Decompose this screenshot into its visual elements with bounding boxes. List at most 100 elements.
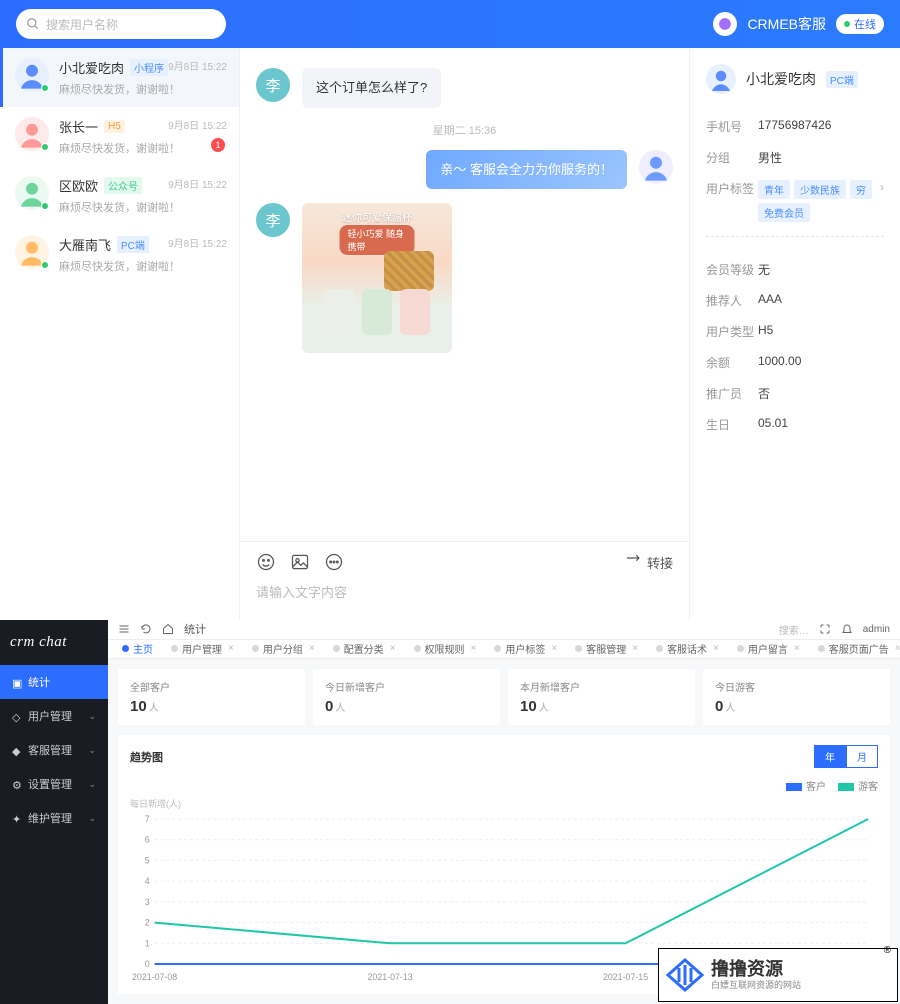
- stats-row: 全部客户10人今日新增客户0人本月新增客户10人今日游客0人: [108, 659, 900, 735]
- tab[interactable]: 配置分类×: [327, 640, 402, 660]
- chart-legend: 客户 游客: [130, 778, 878, 793]
- agent-avatar[interactable]: [713, 12, 737, 36]
- user-tag[interactable]: 免费会员: [758, 203, 810, 222]
- svg-text:2021-07-15: 2021-07-15: [603, 972, 648, 982]
- stat-card: 今日游客0人: [703, 669, 890, 725]
- info-row: 推广员否: [706, 385, 884, 402]
- emoji-icon[interactable]: [256, 552, 276, 572]
- breadcrumb: 统计: [184, 621, 206, 637]
- svg-text:6: 6: [145, 835, 150, 845]
- close-icon[interactable]: ×: [632, 643, 638, 654]
- close-icon[interactable]: ×: [895, 643, 900, 654]
- close-icon[interactable]: ×: [390, 643, 396, 654]
- info-row: 会员等级无: [706, 261, 884, 278]
- tab[interactable]: 客服管理×: [569, 640, 644, 660]
- close-icon[interactable]: ×: [471, 643, 477, 654]
- image-message[interactable]: 迷你可爱保温杯轻小巧爱 随身携带: [302, 203, 452, 353]
- svg-text:0: 0: [145, 959, 150, 969]
- menu-item[interactable]: ⚙设置管理⌄: [0, 767, 108, 801]
- user-tags: 青年少数民族穷免费会员: [758, 180, 880, 222]
- online-status[interactable]: 在线: [836, 14, 884, 34]
- svg-text:5: 5: [145, 855, 150, 865]
- message-input[interactable]: 请输入文字内容: [256, 582, 673, 610]
- more-tags-icon[interactable]: ›: [880, 180, 884, 194]
- chevron-down-icon: ⌄: [88, 813, 96, 824]
- chat-bubble-icon: [718, 17, 732, 31]
- info-row: 生日05.01: [706, 416, 884, 433]
- tab[interactable]: 客服话术×: [650, 640, 725, 660]
- conversation-item[interactable]: 小北爱吃肉小程序 麻烦尽快发货，谢谢啦！ 9月8日 15:22: [0, 48, 239, 107]
- svg-text:2021-07-08: 2021-07-08: [132, 972, 177, 982]
- message-row: 李迷你可爱保温杯轻小巧爱 随身携带: [256, 203, 673, 353]
- refresh-icon[interactable]: [140, 623, 152, 635]
- menu-item[interactable]: ◇用户管理⌄: [0, 699, 108, 733]
- tab[interactable]: 用户分组×: [246, 640, 321, 660]
- close-icon[interactable]: ×: [228, 643, 234, 654]
- user-avatar: [706, 64, 736, 94]
- admin-dashboard: crm chat ▣统计◇用户管理⌄◆客服管理⌄⚙设置管理⌄✦维护管理⌄ 统计 …: [0, 620, 900, 1004]
- user-avatar: [15, 176, 49, 210]
- conversation-item[interactable]: 区欧欧公众号 麻烦尽快发货，谢谢啦！ 9月8日 15:22: [0, 166, 239, 225]
- image-icon[interactable]: [290, 552, 310, 572]
- message-area: 李这个订单怎么样了?星期二 15:36亲～ 客服会全力为你服务的！李迷你可爱保温…: [240, 48, 689, 541]
- agent-avatar: [639, 150, 673, 184]
- tab[interactable]: 客服页面广告×: [812, 640, 900, 660]
- time-divider: 星期二 15:36: [256, 122, 673, 138]
- user-info-panel: 小北爱吃肉 PC端 手机号17756987426分组男性 用户标签 青年少数民族…: [690, 48, 900, 620]
- conversation-item[interactable]: 大雁南飞PC端 麻烦尽快发货，谢谢啦！ 9月8日 15:22: [0, 225, 239, 284]
- stat-card: 本月新增客户10人: [508, 669, 695, 725]
- bell-icon[interactable]: [841, 623, 853, 635]
- home-icon[interactable]: [162, 623, 174, 635]
- close-icon[interactable]: ×: [309, 643, 315, 654]
- transfer-button[interactable]: 转接: [625, 553, 673, 572]
- stat-card: 全部客户10人: [118, 669, 305, 725]
- info-row: 分组男性: [706, 149, 884, 166]
- close-icon[interactable]: ×: [551, 643, 557, 654]
- close-icon[interactable]: ×: [713, 643, 719, 654]
- svg-text:2021-07-13: 2021-07-13: [367, 972, 412, 982]
- user-tag[interactable]: 青年: [758, 180, 790, 199]
- stat-card: 今日新增客户0人: [313, 669, 500, 725]
- menu-item[interactable]: ◆客服管理⌄: [0, 733, 108, 767]
- info-row: 手机号17756987426: [706, 118, 884, 135]
- conversation-item[interactable]: 张长一H5 麻烦尽快发货，谢谢啦！ 9月8日 15:22 1: [0, 107, 239, 166]
- menu-item[interactable]: ✦维护管理⌄: [0, 801, 108, 835]
- tab-strip: 主页用户管理× 用户分组× 配置分类× 权限规则×用户标签× 客服管理× 客服话术× 用户留…: [108, 640, 900, 660]
- tab[interactable]: 用户标签×: [488, 640, 563, 660]
- menu-icon[interactable]: [118, 623, 130, 635]
- search-icon: [26, 17, 40, 31]
- tab[interactable]: 主页: [116, 640, 159, 660]
- watermark-logo-icon: [665, 955, 705, 995]
- tab[interactable]: 权限规则×: [408, 640, 483, 660]
- more-icon[interactable]: [324, 552, 344, 572]
- fullscreen-icon[interactable]: [819, 623, 831, 635]
- svg-text:7: 7: [145, 814, 150, 824]
- user-avatar: [15, 117, 49, 151]
- admin-search[interactable]: 搜索…: [779, 622, 809, 637]
- search-input[interactable]: 搜索用户名称: [16, 9, 226, 39]
- svg-text:1: 1: [145, 938, 150, 948]
- tab[interactable]: 用户管理×: [165, 640, 240, 660]
- chevron-down-icon: ⌄: [88, 745, 96, 756]
- range-toggle[interactable]: 年 月: [814, 745, 878, 768]
- close-icon[interactable]: ×: [794, 643, 800, 654]
- chat-main: 李这个订单怎么样了?星期二 15:36亲～ 客服会全力为你服务的！李迷你可爱保温…: [240, 48, 690, 620]
- svg-text:4: 4: [145, 876, 150, 886]
- user-tag[interactable]: 少数民族: [794, 180, 846, 199]
- current-user[interactable]: admin: [863, 624, 890, 635]
- source-tag: PC端: [826, 71, 858, 88]
- menu-item[interactable]: ▣统计: [0, 665, 108, 699]
- admin-menu: ▣统计◇用户管理⌄◆客服管理⌄⚙设置管理⌄✦维护管理⌄: [0, 665, 108, 835]
- agent-name: CRMEB客服: [747, 14, 826, 34]
- unread-badge: 1: [211, 138, 225, 152]
- chevron-down-icon: ⌄: [88, 779, 96, 790]
- watermark: ® 撸撸资源 白嫖互联网资源的网站: [658, 948, 898, 1002]
- user-tag[interactable]: 穷: [850, 180, 872, 199]
- sender-avatar: 李: [256, 203, 290, 237]
- search-placeholder: 搜索用户名称: [46, 16, 118, 33]
- tab[interactable]: 用户留言×: [731, 640, 806, 660]
- chat-header: 搜索用户名称 CRMEB客服 在线: [0, 0, 900, 48]
- message-row: 亲～ 客服会全力为你服务的！: [256, 150, 673, 190]
- info-row: 用户类型H5: [706, 323, 884, 340]
- transfer-icon: [625, 554, 641, 570]
